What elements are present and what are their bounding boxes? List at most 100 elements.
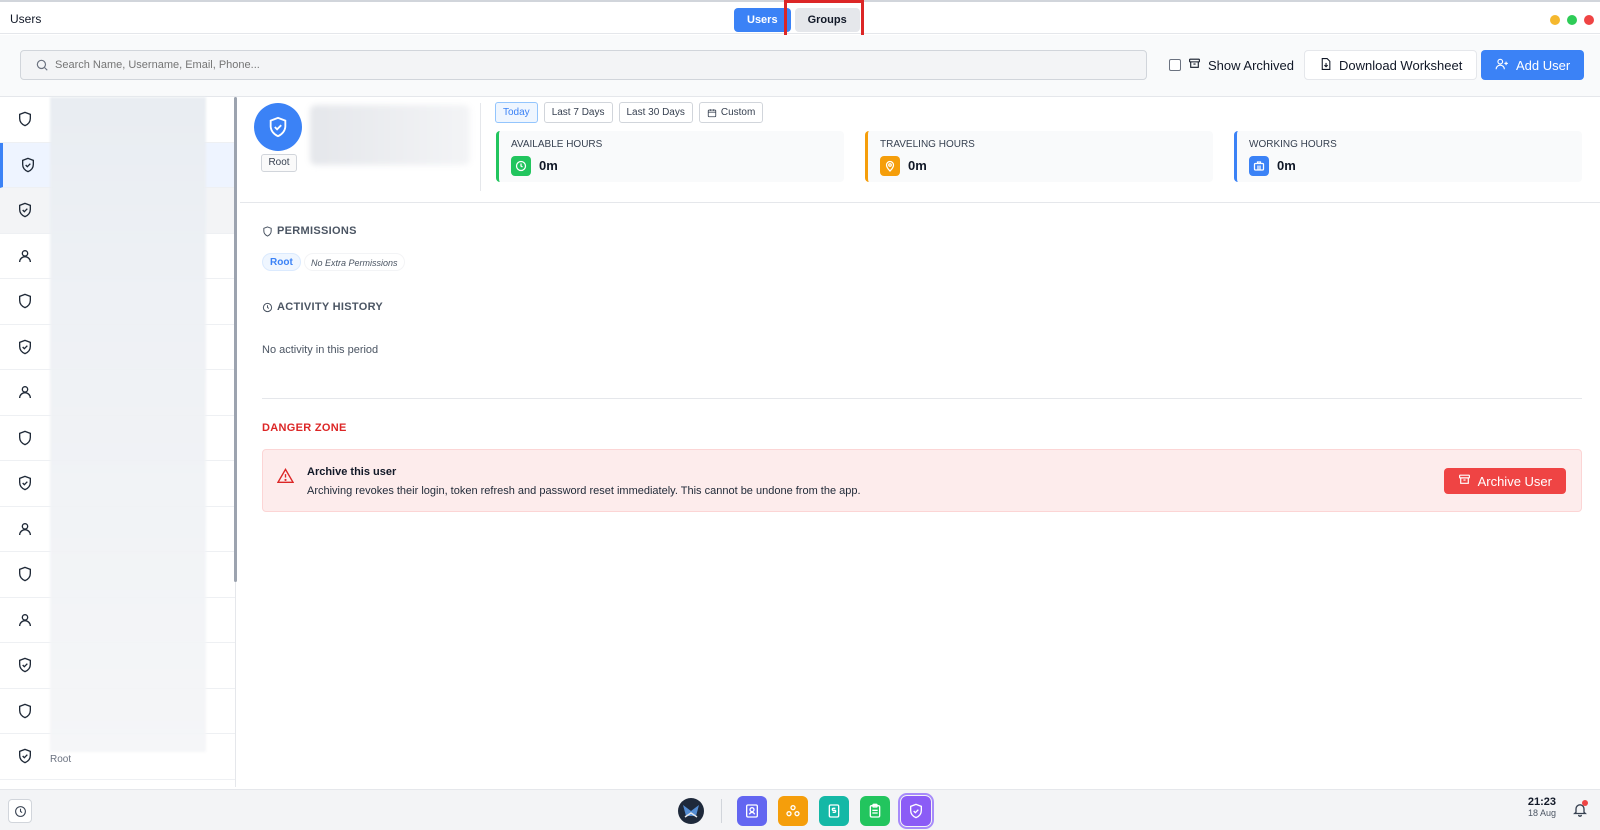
clock-icon: [262, 302, 273, 312]
shield-icon: [0, 566, 50, 582]
user-icon: [0, 248, 50, 264]
stat-label: TRAVELING HOURS: [880, 139, 975, 150]
show-archived-checkbox[interactable]: [1169, 59, 1181, 71]
archive-user-card: Archive this user Archiving revokes thei…: [262, 449, 1582, 512]
tab-groups[interactable]: Groups: [794, 8, 860, 32]
shield-check-icon: [0, 202, 50, 218]
shield-check-icon: [0, 339, 50, 355]
search-input[interactable]: [55, 51, 1135, 79]
stat-value: 0m: [1277, 158, 1296, 173]
file-download-icon: [1319, 57, 1332, 74]
scrollbar[interactable]: [234, 97, 237, 582]
range-last-30-days-button[interactable]: Last 30 Days: [618, 102, 693, 123]
search-icon: [35, 58, 49, 75]
avatar: [254, 103, 302, 151]
show-archived-label: Show Archived: [1208, 57, 1294, 73]
system-clock: 21:23 18 Aug: [1528, 796, 1556, 818]
close-button[interactable]: [1584, 15, 1594, 25]
user-list-row[interactable]: [0, 325, 235, 370]
shield-check-icon: [0, 475, 50, 491]
tab-users[interactable]: Users: [734, 8, 791, 32]
minimize-button[interactable]: [1550, 15, 1560, 25]
add-user-button[interactable]: Add User: [1481, 50, 1585, 80]
user-icon: [0, 384, 50, 400]
stat-value: 0m: [908, 158, 927, 173]
permissions-heading: PERMISSIONS: [262, 225, 357, 237]
user-list-row[interactable]: [0, 689, 235, 734]
users-app-icon[interactable]: [898, 793, 934, 829]
stat-value: 0m: [539, 158, 558, 173]
show-archived-toggle[interactable]: Show Archived: [1155, 50, 1308, 80]
user-list-row[interactable]: [0, 734, 235, 780]
dock: [676, 793, 934, 829]
clock-icon: [14, 805, 26, 817]
stat-label: WORKING HOURS: [1249, 139, 1337, 150]
download-worksheet-button[interactable]: Download Worksheet: [1304, 50, 1478, 80]
clock-date: 18 Aug: [1527, 808, 1556, 818]
title-bar: Users Users Groups: [0, 0, 1600, 44]
launcher-logo-icon[interactable]: [676, 796, 706, 826]
traveling-hours-card: TRAVELING HOURS 0m: [865, 131, 1213, 182]
contacts-app-icon[interactable]: [737, 796, 767, 826]
role-badge: Root: [261, 154, 297, 172]
range-last-7-days-button[interactable]: Last 7 Days: [543, 102, 613, 123]
history-button[interactable]: [8, 799, 32, 823]
map-pin-icon: [880, 156, 900, 176]
archive-user-button[interactable]: Archive User: [1443, 468, 1566, 494]
shield-check-icon: [0, 657, 50, 673]
working-hours-card: WORKING HOURS 0m: [1234, 131, 1582, 182]
list-footer-role: Root: [50, 754, 72, 765]
notification-badge: [1582, 800, 1588, 806]
divider: [262, 398, 1582, 399]
available-hours-card: AVAILABLE HOURS 0m: [496, 131, 844, 182]
profile-header: Root Today Last 7 Days Last 30 Days Cust…: [240, 97, 1600, 203]
permissions-title: PERMISSIONS: [277, 225, 357, 237]
date-range-selector: Today Last 7 Days Last 30 Days Custom: [495, 102, 764, 123]
search-box: [20, 50, 1147, 80]
briefcase-icon: [1249, 156, 1269, 176]
notifications-button[interactable]: [1572, 800, 1588, 821]
user-list-row[interactable]: [0, 643, 235, 689]
archive-card-description: Archiving revokes their login, token ref…: [307, 485, 861, 497]
user-list-row[interactable]: [0, 279, 235, 325]
billing-app-icon[interactable]: [819, 796, 849, 826]
groups-app-icon[interactable]: [778, 796, 808, 826]
window-controls: [1550, 15, 1594, 25]
archive-box-icon: [1188, 57, 1201, 73]
tasks-app-icon[interactable]: [860, 796, 890, 826]
shield-icon: [0, 430, 50, 446]
maximize-button[interactable]: [1567, 15, 1577, 25]
shield-icon: [0, 111, 50, 127]
user-list-row[interactable]: [0, 97, 235, 143]
role-chip: Root: [262, 253, 301, 271]
add-user-label: Add User: [1516, 57, 1571, 73]
shield-icon: [263, 225, 272, 237]
range-custom-button[interactable]: Custom: [698, 102, 764, 123]
divider: [480, 103, 481, 191]
extra-permissions-chip: No Extra Permissions: [304, 253, 405, 271]
user-list-row[interactable]: [0, 507, 235, 552]
redacted-user-name: [310, 105, 470, 165]
user-list-row[interactable]: [0, 416, 235, 461]
danger-zone-title: DANGER ZONE: [262, 422, 347, 434]
view-switcher: Users Groups: [734, 8, 860, 32]
user-list-row[interactable]: [0, 552, 235, 598]
user-list-row[interactable]: [0, 461, 235, 507]
user-list-row[interactable]: [0, 370, 235, 416]
dock-separator: [721, 799, 722, 823]
calendar-icon: [707, 108, 717, 117]
range-custom-label: Custom: [720, 107, 756, 118]
user-list-row[interactable]: [0, 598, 235, 643]
shield-check-icon: [0, 748, 50, 764]
shield-icon: [0, 293, 50, 309]
archive-card-title: Archive this user: [307, 466, 397, 478]
app-title: Users: [10, 12, 42, 26]
clock-time: 21:23: [1527, 796, 1556, 808]
clock-icon: [511, 156, 531, 176]
user-list-row[interactable]: [0, 234, 235, 279]
taskbar: 21:23 18 Aug: [0, 789, 1600, 830]
user-list-row[interactable]: [0, 142, 235, 188]
range-today-button[interactable]: Today: [495, 102, 538, 123]
archive-user-label: Archive User: [1477, 473, 1552, 489]
user-list-row[interactable]: [0, 188, 235, 234]
